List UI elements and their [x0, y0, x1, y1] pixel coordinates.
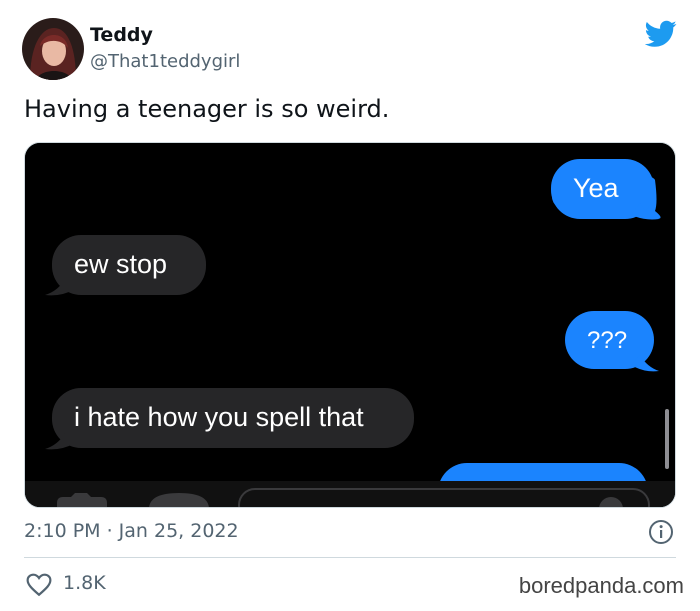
message-text: i hate how you spell that [74, 402, 364, 432]
watermark: boredpanda.com [518, 573, 684, 598]
twitter-bird-icon[interactable] [645, 20, 677, 48]
author-display-name[interactable]: Teddy [90, 24, 153, 46]
tweet-timestamp[interactable]: 2:10 PM · Jan 25, 2022 [24, 520, 239, 542]
scroll-indicator [665, 409, 669, 469]
author-handle[interactable]: @That1teddygirl [90, 51, 240, 72]
heart-icon[interactable] [26, 573, 52, 597]
tweet-media-screenshot[interactable]: Yea ew stop ??? i hate how you spell tha… [24, 142, 676, 508]
divider [24, 557, 676, 558]
like-count[interactable]: 1.8K [63, 572, 106, 594]
avatar[interactable] [22, 18, 84, 80]
tweet-text: Having a teenager is so weird. [24, 95, 390, 123]
info-icon[interactable] [648, 519, 674, 545]
message-text: ??? [587, 327, 628, 354]
message-text: Yea [573, 173, 619, 203]
message-text: ew stop [74, 249, 168, 279]
